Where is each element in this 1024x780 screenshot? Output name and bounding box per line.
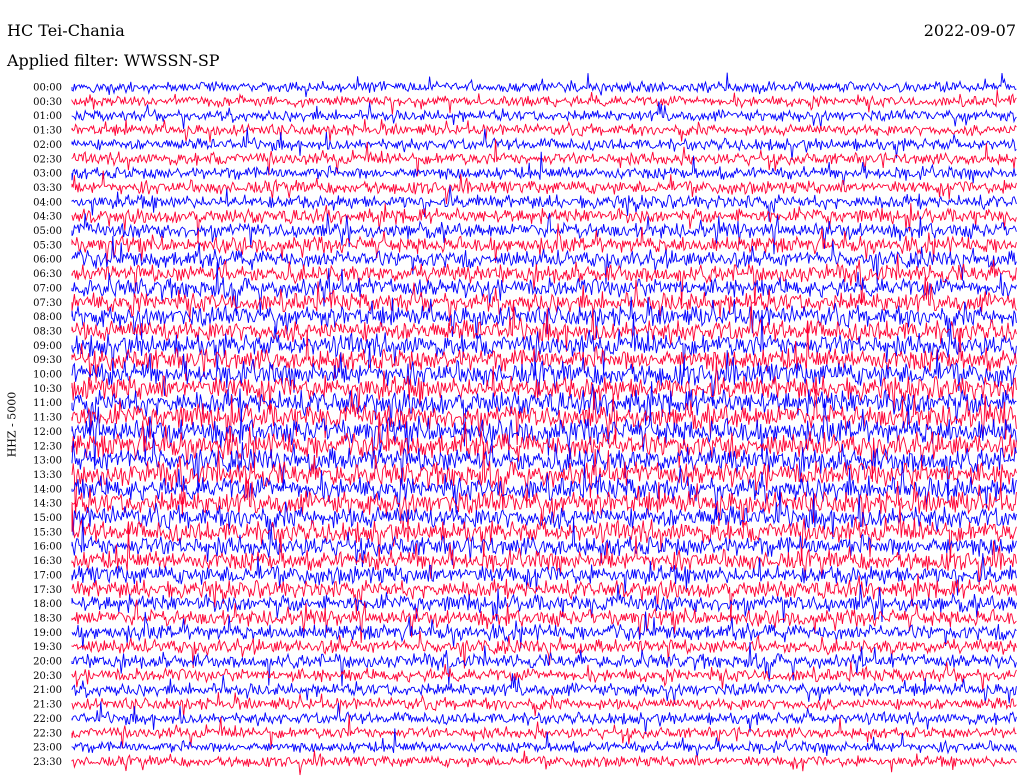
- tick-label: 00:30: [33, 97, 62, 108]
- tick-label: 09:30: [33, 355, 62, 366]
- tick-label: 06:00: [33, 255, 62, 266]
- tick-label: 15:30: [33, 527, 62, 538]
- trace-line: [71, 750, 1017, 776]
- trace-line: [71, 398, 1017, 470]
- tick-label: 10:30: [33, 384, 62, 395]
- trace-line: [71, 344, 1017, 404]
- tick-label: 07:00: [33, 283, 62, 294]
- tick-label: 18:00: [33, 599, 62, 610]
- tick-label: 12:00: [33, 427, 62, 438]
- tick-label: 12:30: [33, 441, 62, 452]
- tick-label: 02:30: [33, 154, 62, 165]
- tick-label: 09:00: [33, 341, 62, 352]
- tick-label: 21:30: [33, 700, 62, 711]
- tick-label: 01:30: [33, 126, 62, 137]
- tick-label: 07:30: [33, 298, 62, 309]
- tick-label: 03:00: [33, 169, 62, 180]
- tick-label: 11:30: [33, 413, 62, 424]
- tick-label: 02:00: [33, 140, 62, 151]
- tick-label: 11:00: [33, 398, 62, 409]
- trace-line: [71, 262, 1017, 316]
- trace-line: [71, 502, 1017, 563]
- tick-label: 00:00: [33, 83, 62, 94]
- trace-line: [71, 72, 1017, 98]
- tick-label: 22:30: [33, 728, 62, 739]
- tick-label: 06:30: [33, 269, 62, 280]
- tick-label: 13:00: [33, 456, 62, 467]
- tick-label: 14:00: [33, 484, 62, 495]
- tick-label: 04:00: [33, 197, 62, 208]
- tick-label-group: 00:00 00:30 01:00 01:30 02:00 02:30 03:00 03:30…: [33, 83, 62, 768]
- tick-label: 17:00: [33, 570, 62, 581]
- tick-label: 08:00: [33, 312, 62, 323]
- trace-group: [71, 72, 1017, 776]
- tick-label: 16:30: [33, 556, 62, 567]
- tick-label: 05:00: [33, 226, 62, 237]
- tick-label: 19:00: [33, 628, 62, 639]
- trace-line: [71, 389, 1017, 446]
- trace-line: [71, 692, 1017, 717]
- tick-label: 22:00: [33, 714, 62, 725]
- trace-line: [71, 101, 1017, 130]
- tick-label: 01:00: [33, 111, 62, 122]
- trace-line: [71, 118, 1017, 143]
- tick-label: 20:30: [33, 671, 62, 682]
- tick-label: 23:30: [33, 757, 62, 768]
- tick-label: 13:30: [33, 470, 62, 481]
- tick-label: 18:30: [33, 613, 62, 624]
- trace-line: [71, 701, 1017, 735]
- tick-label: 17:30: [33, 585, 62, 596]
- tick-label: 23:00: [33, 743, 62, 754]
- trace-line: [71, 89, 1017, 115]
- tick-label: 05:30: [33, 240, 62, 251]
- tick-label: 08:30: [33, 326, 62, 337]
- tick-label: 19:30: [33, 642, 62, 653]
- tick-label: 03:30: [33, 183, 62, 194]
- helicorder-plot: 00:00 00:30 01:00 01:30 02:00 02:30 03:00 03:30…: [33, 72, 1017, 776]
- tick-label: 10:00: [33, 370, 62, 381]
- tick-label: 21:00: [33, 685, 62, 696]
- tick-label: 16:00: [33, 542, 62, 553]
- tick-label: 20:00: [33, 657, 62, 668]
- tick-label: 15:00: [33, 513, 62, 524]
- tick-label: 14:30: [33, 499, 62, 510]
- tick-label: 04:30: [33, 212, 62, 223]
